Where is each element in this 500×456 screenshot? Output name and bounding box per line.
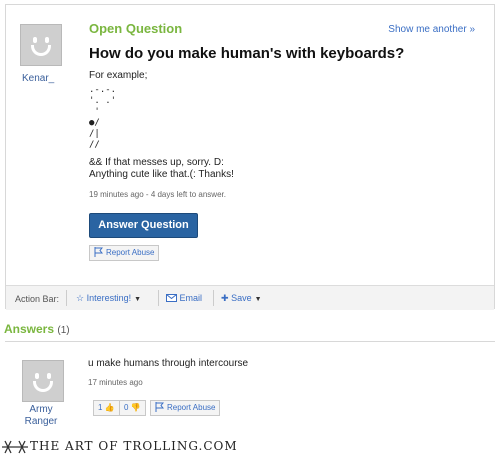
question-status: Open Question [89, 21, 183, 36]
site-footer: THE ART OF TROLLING.COM [0, 438, 500, 456]
email-label: Email [179, 293, 203, 303]
interesting-label: Interesting! [86, 293, 132, 303]
chevron-down-icon: ▼ [134, 296, 142, 303]
answer-report-abuse-label: Report Abuse [167, 403, 216, 412]
question-intro: For example; [89, 70, 147, 82]
email-button[interactable]: Email [166, 293, 202, 303]
question-title: How do you make human's with keyboards? [89, 45, 405, 62]
star-icon: ☆ [76, 293, 85, 303]
thumbs-up-count: 1 [98, 403, 103, 412]
action-bar-label: Action Bar: [15, 294, 60, 304]
save-label: Save [231, 293, 252, 303]
envelope-icon [166, 294, 177, 302]
interesting-button[interactable]: ☆ Interesting! ▼ [76, 293, 141, 304]
chevron-down-icon: ▼ [254, 296, 262, 303]
thumbs-up-button[interactable]: 1 👍 [93, 400, 120, 416]
divider [213, 290, 214, 306]
question-line-2: Anything cute like that.(: Thanks! [89, 169, 234, 180]
question-panel: Kenar_ Open Question Show me another » H… [5, 4, 495, 310]
answer-question-button[interactable]: Answer Question [89, 213, 198, 238]
answer-text: u make humans through intercourse [88, 358, 249, 369]
answer-meta: 17 minutes ago [88, 378, 143, 387]
save-button[interactable]: ✚ Save ▼ [221, 293, 262, 304]
divider [158, 290, 159, 306]
flag-icon [155, 402, 164, 412]
flag-icon [94, 247, 103, 257]
answerer-name-line-2: Ranger [24, 416, 58, 427]
answers-heading-label: Answers [4, 322, 55, 336]
ascii-art: .-.-. '. .' ' ●/ /| // [89, 85, 117, 150]
answerer-avatar[interactable] [22, 360, 64, 402]
question-meta: 19 minutes ago - 4 days left to answer. [89, 190, 226, 199]
barbed-wire-icon [2, 440, 28, 454]
question-details: && If that messes up, sorry. D: Anything… [89, 157, 234, 181]
thumbs-down-icon: 👎 [130, 403, 141, 412]
asker-name[interactable]: Kenar_ [22, 73, 54, 84]
divider [66, 290, 67, 306]
report-abuse-button[interactable]: Report Abuse [89, 245, 160, 261]
action-bar: Action Bar: ☆ Interesting! ▼ Email ✚ Save… [6, 285, 494, 310]
asker-avatar[interactable] [20, 24, 62, 66]
footer-watermark: THE ART OF TROLLING.COM [30, 439, 238, 453]
show-another-link[interactable]: Show me another » [388, 24, 475, 35]
answers-heading: Answers (1) [4, 322, 70, 336]
answers-count: (1) [57, 325, 70, 336]
thumbs-down-button[interactable]: 0 👎 [119, 400, 146, 416]
question-intro-text: For example; [89, 70, 148, 81]
thumbs-up-icon: 👍 [104, 403, 115, 412]
thumbs-down-count: 0 [124, 403, 129, 412]
answerer-name[interactable]: Army Ranger [16, 404, 66, 428]
plus-icon: ✚ [221, 293, 229, 303]
report-abuse-label: Report Abuse [106, 248, 155, 257]
answerer-name-line-1: Army [29, 404, 53, 415]
answer-item: Army Ranger u make humans through interc… [5, 341, 495, 439]
question-line-1: && If that messes up, sorry. D: [89, 157, 224, 168]
answer-report-abuse-button[interactable]: Report Abuse [150, 400, 221, 416]
